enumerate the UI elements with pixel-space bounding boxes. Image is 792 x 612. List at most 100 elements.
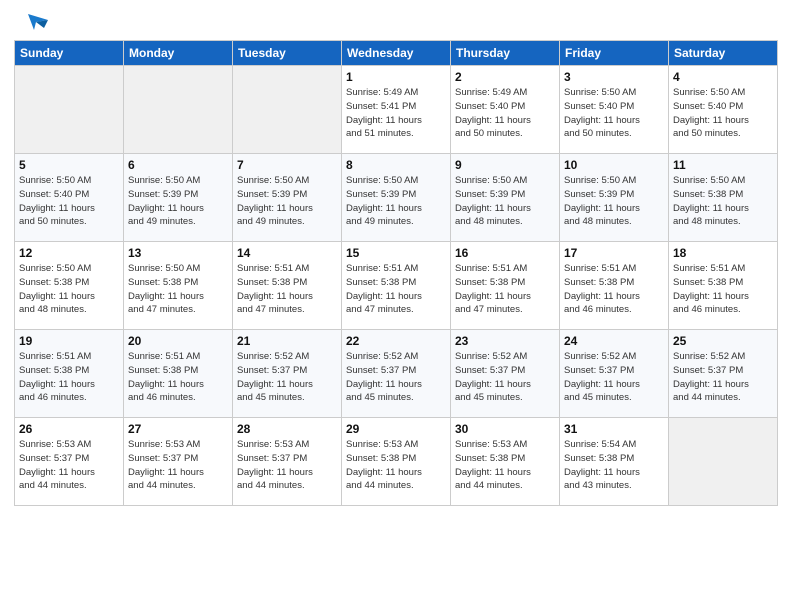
day-number: 2	[455, 70, 555, 84]
day-info: Sunrise: 5:53 AM Sunset: 5:38 PM Dayligh…	[455, 438, 555, 493]
calendar-cell: 6Sunrise: 5:50 AM Sunset: 5:39 PM Daylig…	[124, 154, 233, 242]
logo	[14, 10, 50, 34]
calendar-cell: 16Sunrise: 5:51 AM Sunset: 5:38 PM Dayli…	[451, 242, 560, 330]
day-number: 7	[237, 158, 337, 172]
day-number: 24	[564, 334, 664, 348]
calendar-cell: 24 Sunrise: 5:52 AM Sunset: 5:37 PM Dayli…	[560, 330, 669, 418]
day-number: 26	[19, 422, 119, 436]
day-info: Sunrise: 5:50 AM Sunset: 5:40 PM Dayligh…	[564, 86, 664, 141]
calendar-cell: 26 Sunrise: 5:53 AM Sunset: 5:37 PM Dayli…	[15, 418, 124, 506]
day-number: 9	[455, 158, 555, 172]
day-number: 23	[455, 334, 555, 348]
day-info: Sunrise: 5:51 AM Sunset: 5:38 PM Dayligh…	[19, 350, 119, 405]
calendar-cell: 31 Sunrise: 5:54 AM Sunset: 5:38 PM Dayli…	[560, 418, 669, 506]
calendar-table: SundayMondayTuesdayWednesdayThursdayFrid…	[14, 40, 778, 506]
calendar-cell	[669, 418, 778, 506]
calendar-cell: 8 Sunrise: 5:50 AM Sunset: 5:39 PM Daylig…	[342, 154, 451, 242]
day-info: Sunrise: 5:54 AM Sunset: 5:38 PM Dayligh…	[564, 438, 664, 493]
weekday-header-monday: Monday	[124, 41, 233, 66]
day-info: Sunrise: 5:52 AM Sunset: 5:37 PM Dayligh…	[237, 350, 337, 405]
calendar-cell: 1 Sunrise: 5:49 AM Sunset: 5:41 PM Daylig…	[342, 66, 451, 154]
calendar-cell: 15Sunrise: 5:51 AM Sunset: 5:38 PM Dayli…	[342, 242, 451, 330]
day-info: Sunrise: 5:52 AM Sunset: 5:37 PM Dayligh…	[455, 350, 555, 405]
day-info: Sunrise: 5:51 AM Sunset: 5:38 PM Dayligh…	[455, 262, 555, 317]
calendar-cell: 21Sunrise: 5:52 AM Sunset: 5:37 PM Dayli…	[233, 330, 342, 418]
day-info: Sunrise: 5:49 AM Sunset: 5:40 PM Dayligh…	[455, 86, 555, 141]
calendar-cell: 18 Sunrise: 5:51 AM Sunset: 5:38 PM Dayli…	[669, 242, 778, 330]
calendar-cell: 19 Sunrise: 5:51 AM Sunset: 5:38 PM Dayli…	[15, 330, 124, 418]
calendar-week-2: 5 Sunrise: 5:50 AM Sunset: 5:40 PM Daylig…	[15, 154, 778, 242]
calendar-cell: 23 Sunrise: 5:52 AM Sunset: 5:37 PM Dayli…	[451, 330, 560, 418]
day-number: 31	[564, 422, 664, 436]
day-number: 18	[673, 246, 773, 260]
calendar-cell: 10Sunrise: 5:50 AM Sunset: 5:39 PM Dayli…	[560, 154, 669, 242]
weekday-header-wednesday: Wednesday	[342, 41, 451, 66]
calendar-cell: 7 Sunrise: 5:50 AM Sunset: 5:39 PM Daylig…	[233, 154, 342, 242]
calendar-week-3: 12 Sunrise: 5:50 AM Sunset: 5:38 PM Dayli…	[15, 242, 778, 330]
calendar-cell	[233, 66, 342, 154]
day-info: Sunrise: 5:50 AM Sunset: 5:39 PM Dayligh…	[346, 174, 446, 229]
weekday-header-row: SundayMondayTuesdayWednesdayThursdayFrid…	[15, 41, 778, 66]
day-info: Sunrise: 5:51 AM Sunset: 5:38 PM Dayligh…	[564, 262, 664, 317]
day-info: Sunrise: 5:53 AM Sunset: 5:37 PM Dayligh…	[237, 438, 337, 493]
day-number: 14	[237, 246, 337, 260]
calendar-cell: 9Sunrise: 5:50 AM Sunset: 5:39 PM Daylig…	[451, 154, 560, 242]
calendar-cell: 20 Sunrise: 5:51 AM Sunset: 5:38 PM Dayli…	[124, 330, 233, 418]
day-number: 4	[673, 70, 773, 84]
day-number: 1	[346, 70, 446, 84]
logo-bird-icon	[16, 10, 48, 34]
day-number: 25	[673, 334, 773, 348]
day-info: Sunrise: 5:50 AM Sunset: 5:39 PM Dayligh…	[128, 174, 228, 229]
day-info: Sunrise: 5:50 AM Sunset: 5:40 PM Dayligh…	[19, 174, 119, 229]
weekday-header-sunday: Sunday	[15, 41, 124, 66]
day-info: Sunrise: 5:52 AM Sunset: 5:37 PM Dayligh…	[564, 350, 664, 405]
day-info: Sunrise: 5:50 AM Sunset: 5:39 PM Dayligh…	[237, 174, 337, 229]
day-number: 27	[128, 422, 228, 436]
day-number: 8	[346, 158, 446, 172]
calendar-cell: 22 Sunrise: 5:52 AM Sunset: 5:37 PM Dayli…	[342, 330, 451, 418]
day-number: 20	[128, 334, 228, 348]
calendar-cell: 12 Sunrise: 5:50 AM Sunset: 5:38 PM Dayli…	[15, 242, 124, 330]
calendar-cell: 25 Sunrise: 5:52 AM Sunset: 5:37 PM Dayli…	[669, 330, 778, 418]
calendar-cell: 29Sunrise: 5:53 AM Sunset: 5:38 PM Dayli…	[342, 418, 451, 506]
day-number: 17	[564, 246, 664, 260]
day-info: Sunrise: 5:53 AM Sunset: 5:38 PM Dayligh…	[346, 438, 446, 493]
day-number: 12	[19, 246, 119, 260]
day-info: Sunrise: 5:50 AM Sunset: 5:38 PM Dayligh…	[673, 174, 773, 229]
day-number: 28	[237, 422, 337, 436]
day-info: Sunrise: 5:51 AM Sunset: 5:38 PM Dayligh…	[128, 350, 228, 405]
day-number: 30	[455, 422, 555, 436]
logo-text	[14, 10, 48, 34]
day-info: Sunrise: 5:52 AM Sunset: 5:37 PM Dayligh…	[346, 350, 446, 405]
calendar-cell: 13Sunrise: 5:50 AM Sunset: 5:38 PM Dayli…	[124, 242, 233, 330]
page: SundayMondayTuesdayWednesdayThursdayFrid…	[0, 0, 792, 612]
day-info: Sunrise: 5:51 AM Sunset: 5:38 PM Dayligh…	[673, 262, 773, 317]
day-info: Sunrise: 5:49 AM Sunset: 5:41 PM Dayligh…	[346, 86, 446, 141]
calendar-cell	[15, 66, 124, 154]
day-number: 5	[19, 158, 119, 172]
calendar-cell: 17 Sunrise: 5:51 AM Sunset: 5:38 PM Dayli…	[560, 242, 669, 330]
calendar-cell: 11Sunrise: 5:50 AM Sunset: 5:38 PM Dayli…	[669, 154, 778, 242]
day-number: 10	[564, 158, 664, 172]
calendar-cell: 27 Sunrise: 5:53 AM Sunset: 5:37 PM Dayli…	[124, 418, 233, 506]
calendar-cell: 5 Sunrise: 5:50 AM Sunset: 5:40 PM Daylig…	[15, 154, 124, 242]
calendar-cell	[124, 66, 233, 154]
day-number: 13	[128, 246, 228, 260]
day-info: Sunrise: 5:52 AM Sunset: 5:37 PM Dayligh…	[673, 350, 773, 405]
weekday-header-saturday: Saturday	[669, 41, 778, 66]
day-info: Sunrise: 5:53 AM Sunset: 5:37 PM Dayligh…	[19, 438, 119, 493]
calendar-cell: 14 Sunrise: 5:51 AM Sunset: 5:38 PM Dayli…	[233, 242, 342, 330]
header	[14, 10, 778, 34]
calendar-week-1: 1 Sunrise: 5:49 AM Sunset: 5:41 PM Daylig…	[15, 66, 778, 154]
calendar-week-4: 19 Sunrise: 5:51 AM Sunset: 5:38 PM Dayli…	[15, 330, 778, 418]
day-info: Sunrise: 5:50 AM Sunset: 5:38 PM Dayligh…	[19, 262, 119, 317]
day-info: Sunrise: 5:51 AM Sunset: 5:38 PM Dayligh…	[237, 262, 337, 317]
calendar-cell: 30 Sunrise: 5:53 AM Sunset: 5:38 PM Dayli…	[451, 418, 560, 506]
calendar-cell: 3 Sunrise: 5:50 AM Sunset: 5:40 PM Daylig…	[560, 66, 669, 154]
day-number: 3	[564, 70, 664, 84]
day-number: 19	[19, 334, 119, 348]
weekday-header-thursday: Thursday	[451, 41, 560, 66]
calendar-cell: 4Sunrise: 5:50 AM Sunset: 5:40 PM Daylig…	[669, 66, 778, 154]
day-info: Sunrise: 5:53 AM Sunset: 5:37 PM Dayligh…	[128, 438, 228, 493]
day-number: 22	[346, 334, 446, 348]
